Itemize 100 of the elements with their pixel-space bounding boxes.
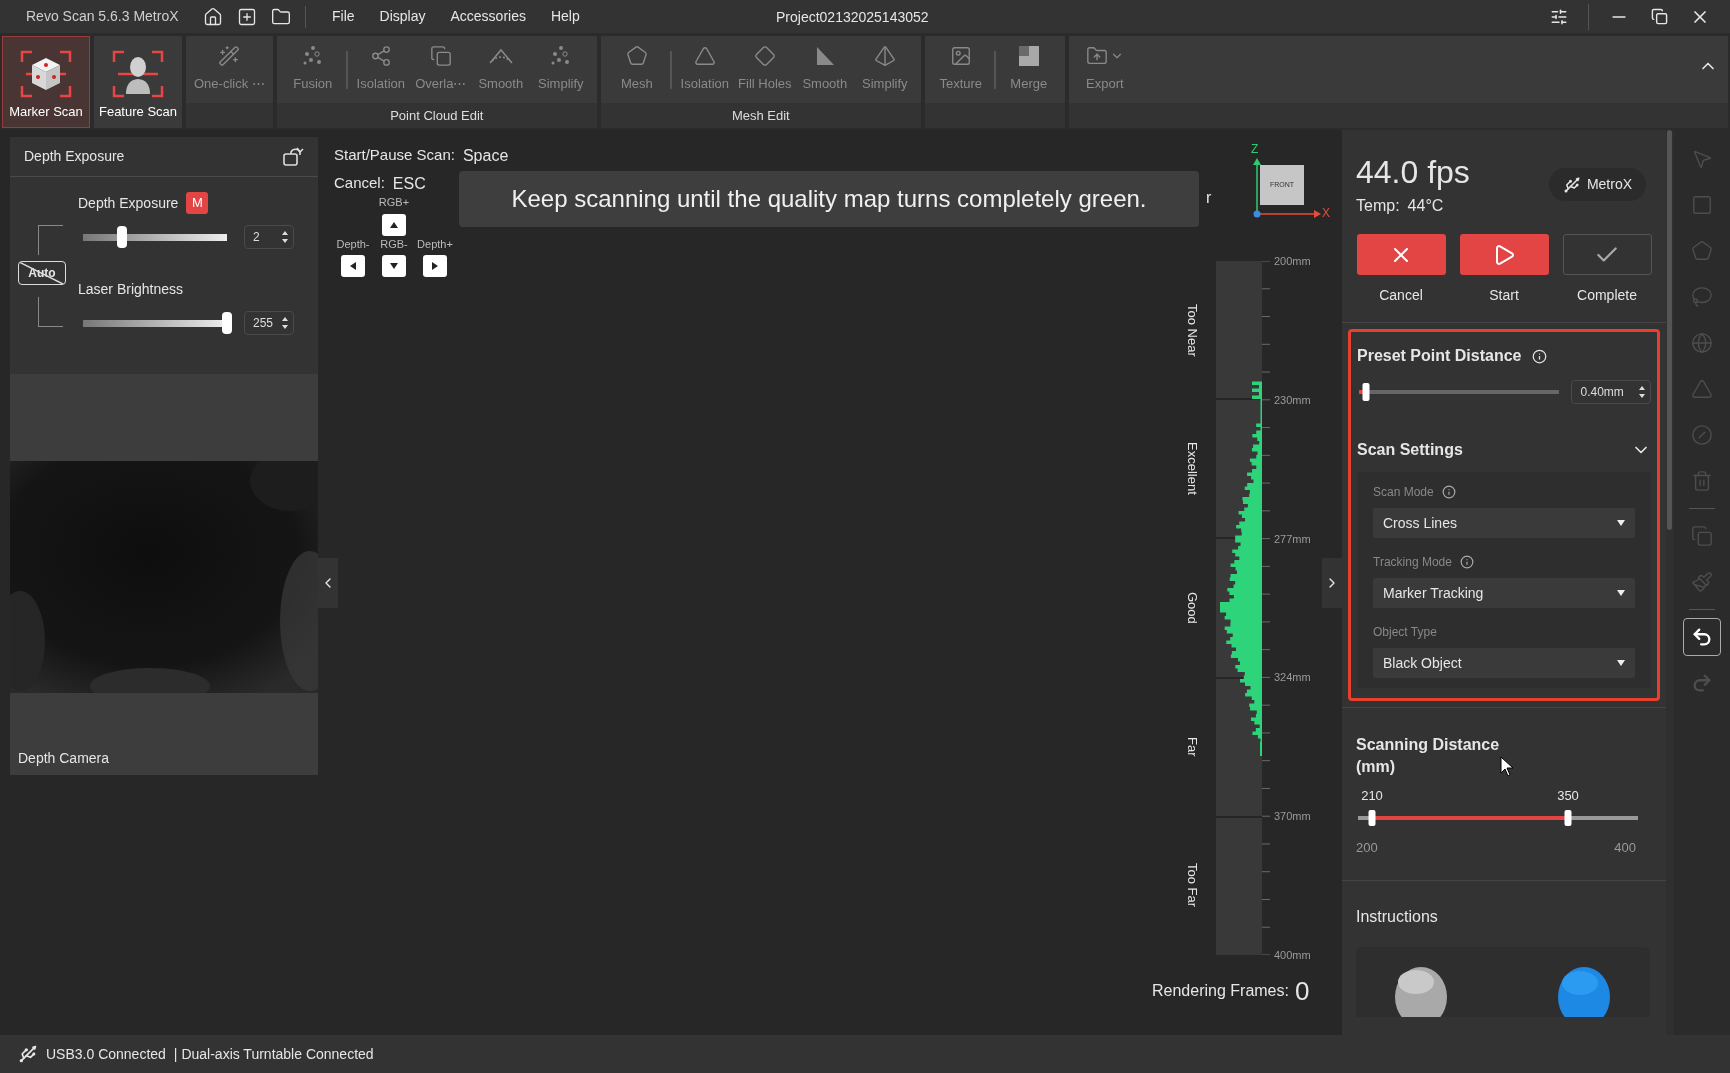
frames-value: 0 (1294, 978, 1310, 1004)
home-icon[interactable] (203, 6, 223, 27)
status-text: USB3.0 Connected (46, 1044, 166, 1064)
panel-title: Depth Exposure (24, 147, 125, 166)
caret-icon (1617, 590, 1625, 596)
number-field[interactable]: 2 (244, 225, 294, 249)
group-label: Point Cloud Edit (390, 106, 484, 125)
mode-badge[interactable]: M (186, 192, 209, 214)
shortcut-key: ESC (392, 172, 426, 196)
dropdown[interactable]: Cross Lines (1373, 508, 1635, 538)
new-file-icon[interactable] (237, 6, 257, 27)
restore-icon[interactable] (1651, 8, 1668, 25)
settings-icon[interactable] (1550, 7, 1568, 26)
globe-icon (1691, 332, 1713, 354)
action-button[interactable] (1356, 234, 1446, 275)
tick-label: 200mm (1274, 253, 1311, 269)
dropdown[interactable]: Black Object (1373, 648, 1635, 678)
shortcut-key: Space (462, 144, 509, 168)
section-header[interactable]: Scan Settings (1357, 438, 1651, 462)
triangle-icon (1691, 378, 1713, 400)
reset-icon[interactable] (282, 145, 304, 168)
dots-icon (301, 45, 324, 67)
action-label: Start (1489, 286, 1519, 305)
section-title: Preset Point Distance (1357, 346, 1522, 366)
zone-label: Too Far (1183, 863, 1201, 908)
frames-label: Rendering Frames: (1152, 981, 1289, 1001)
slider-thumb[interactable] (116, 226, 127, 248)
slider-thumb[interactable] (1362, 383, 1370, 401)
menu-item[interactable]: File (332, 6, 355, 27)
thumb-value: 350 (1557, 787, 1579, 805)
triangle-icon (430, 261, 440, 271)
range-thumb[interactable] (1564, 810, 1572, 826)
wand-icon (218, 45, 241, 67)
triangle-icon (348, 261, 358, 271)
scan-mode-button[interactable]: Marker Scan (2, 36, 90, 128)
shortcut-label: Start/Pause Scan: (334, 145, 455, 165)
range-min: 200 (1356, 839, 1378, 857)
section-title: Instructions (1356, 907, 1438, 925)
redo-icon (1691, 672, 1713, 694)
arrow-key[interactable] (382, 255, 406, 277)
range-thumb[interactable] (1368, 810, 1376, 826)
number-field[interactable]: 255 (244, 311, 294, 335)
section-title: Scanning Distance (mm) (1356, 735, 1501, 777)
overlap-squares-icon (429, 45, 452, 67)
circle-slash-icon (1691, 424, 1713, 446)
action-label: Cancel (1379, 286, 1423, 305)
collapse-left-handle[interactable] (318, 558, 338, 608)
cube-target-icon (20, 49, 72, 98)
info-icon[interactable] (1459, 555, 1474, 569)
hint-fragment: r (1206, 188, 1212, 208)
menu-item[interactable]: Accessories (450, 6, 526, 27)
pentagon-icon (1691, 240, 1713, 262)
field-label: Scan Mode (1373, 484, 1434, 501)
nodes-icon (369, 45, 392, 67)
shortcut-label: Cancel: (334, 173, 385, 193)
bracket-line (38, 297, 63, 327)
mouse-cursor-icon (1500, 756, 1516, 778)
dots-icon (549, 45, 572, 67)
trash-icon (1691, 470, 1713, 492)
folder-icon[interactable] (271, 6, 291, 27)
slider-label: Depth Exposure (78, 193, 179, 213)
split-square-icon (1017, 45, 1040, 67)
bust-target-icon (112, 49, 164, 98)
usb-icon (18, 1044, 38, 1064)
tick-label: 277mm (1274, 531, 1311, 547)
arrow-key[interactable] (423, 255, 447, 277)
spinner-arrows-icon (281, 230, 289, 244)
dropdown[interactable]: Marker Tracking (1373, 578, 1635, 608)
spinner-arrows-icon (281, 316, 289, 330)
triangle-icon (389, 261, 399, 271)
field-label: Tracking Mode (1373, 554, 1452, 571)
usb-icon (1562, 175, 1581, 194)
collapse-right-handle[interactable] (1322, 558, 1342, 608)
message-banner: Keep scanning until the quality map turns completely green. (459, 171, 1199, 227)
device-pill[interactable]: MetroX (1548, 168, 1646, 201)
status-text: | Dual-axis Turntable Connected (173, 1044, 374, 1064)
slider-thumb[interactable] (222, 312, 232, 334)
action-label: Complete (1577, 286, 1637, 305)
key-label: Depth+ (417, 236, 453, 252)
arrow-key[interactable] (382, 213, 406, 236)
action-button[interactable] (1459, 234, 1549, 275)
pointer-icon (1691, 148, 1713, 170)
arrow-key[interactable] (341, 255, 365, 277)
axis-label: X (1322, 205, 1330, 222)
tool-button[interactable] (1683, 618, 1721, 656)
axis-label: Z (1251, 141, 1259, 158)
scrollbar-thumb[interactable] (1667, 130, 1672, 530)
scan-mode-button[interactable]: Feature Scan (94, 36, 182, 128)
lasso-icon (1691, 286, 1713, 308)
menu-item[interactable]: Display (379, 6, 426, 27)
fps-reading: 44.0 fps (1356, 153, 1470, 192)
diamond-icon (753, 45, 776, 67)
group-label: Mesh Edit (731, 106, 790, 125)
pyramid-icon (873, 45, 896, 67)
tick-label: 324mm (1274, 670, 1311, 686)
info-icon[interactable] (1441, 485, 1456, 499)
app-title: Revo Scan 5.6.3 MetroX (26, 7, 180, 26)
menu-item[interactable]: Help (550, 6, 580, 27)
number-field[interactable]: 0.40mm (1571, 380, 1651, 404)
pentagon-icon (625, 45, 648, 67)
